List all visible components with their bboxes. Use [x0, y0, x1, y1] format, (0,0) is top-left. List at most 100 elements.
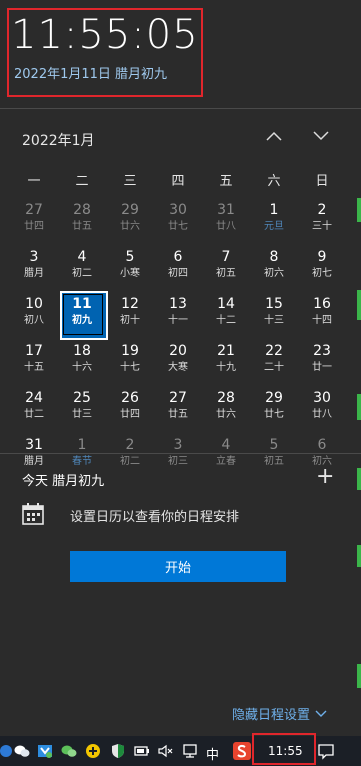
lunar-label: 廿七 — [264, 409, 284, 420]
battery-icon[interactable] — [134, 743, 150, 759]
day-number: 4 — [77, 249, 87, 265]
day-number: 17 — [25, 343, 43, 359]
clock-date[interactable]: 2022年1月11日 腊月初九 — [14, 63, 167, 82]
calendar-day[interactable]: 3 初三 — [154, 431, 202, 478]
day-number: 24 — [25, 390, 43, 406]
ime-indicator[interactable]: 中 — [206, 744, 219, 763]
download-icon[interactable] — [37, 743, 53, 759]
calendar-day[interactable]: 19 十七 — [106, 337, 154, 384]
network-icon[interactable] — [182, 743, 198, 759]
calendar-day[interactable]: 23 廿一 — [298, 337, 346, 384]
taskbar-clock[interactable]: 11:55 — [268, 744, 303, 758]
calendar-day[interactable]: 26 廿四 — [106, 384, 154, 431]
volume-muted-icon[interactable] — [158, 743, 174, 759]
clock-time: 11:55:05 — [11, 12, 199, 58]
lunar-label: 廿七 — [168, 221, 188, 232]
lunar-label: 廿三 — [72, 409, 92, 420]
calendar-day[interactable]: 30 廿八 — [298, 384, 346, 431]
calendar-day[interactable]: 12 初十 — [106, 290, 154, 337]
calendar-day[interactable]: 4 初二 — [58, 243, 106, 290]
day-number: 14 — [217, 296, 235, 312]
plus-circle-icon[interactable] — [85, 743, 101, 759]
weekday-label: 六 — [267, 174, 281, 189]
calendar-day[interactable]: 18 十六 — [58, 337, 106, 384]
day-number: 5 — [125, 249, 135, 265]
calendar-day[interactable]: 17 十五 — [10, 337, 58, 384]
weekday-label: 四 — [171, 174, 185, 189]
divider — [0, 108, 361, 109]
lunar-label: 十三 — [264, 315, 284, 326]
calendar-day[interactable]: 30 廿七 — [154, 196, 202, 243]
calendar-day[interactable]: 27 廿五 — [154, 384, 202, 431]
side-accent — [357, 664, 361, 688]
calendar-day[interactable]: 28 廿六 — [202, 384, 250, 431]
sogou-icon[interactable] — [233, 742, 251, 760]
shield-icon[interactable] — [110, 743, 126, 759]
lunar-label: 廿五 — [72, 221, 92, 232]
lunar-label: 廿六 — [120, 221, 140, 232]
lunar-label: 小寒 — [120, 268, 140, 279]
calendar-day[interactable]: 14 十二 — [202, 290, 250, 337]
calendar-day[interactable]: 10 初八 — [10, 290, 58, 337]
calendar-day[interactable]: 2 三十 — [298, 196, 346, 243]
lunar-label: 廿五 — [168, 409, 188, 420]
day-number: 6 — [317, 437, 327, 453]
lunar-label: 十六 — [72, 362, 92, 373]
calendar-day[interactable]: 2 初二 — [106, 431, 154, 478]
lunar-label: 十七 — [120, 362, 140, 373]
day-number: 28 — [217, 390, 235, 406]
calendar-day[interactable]: 20 大寒 — [154, 337, 202, 384]
calendar-day[interactable]: 22 二十 — [250, 337, 298, 384]
calendar-icon — [22, 503, 44, 525]
previous-month-button[interactable] — [262, 124, 286, 148]
calendar-day[interactable]: 1 元旦 — [250, 196, 298, 243]
notification-icon[interactable] — [317, 742, 335, 760]
calendar-day[interactable]: 4 立春 — [202, 431, 250, 478]
add-event-button[interactable]: + — [316, 466, 334, 488]
calendar-day[interactable]: 27 廿四 — [10, 196, 58, 243]
calendar-day[interactable]: 6 初四 — [154, 243, 202, 290]
calendar-day[interactable]: 5 小寒 — [106, 243, 154, 290]
day-number: 13 — [169, 296, 187, 312]
wechat-icon[interactable] — [61, 743, 77, 759]
lunar-label: 元旦 — [264, 221, 284, 232]
day-number: 1 — [269, 202, 279, 218]
month-label[interactable]: 2022年1月 — [22, 130, 95, 150]
day-number: 12 — [121, 296, 139, 312]
calendar-day[interactable]: 3 腊月 — [10, 243, 58, 290]
calendar-day[interactable]: 7 初五 — [202, 243, 250, 290]
calendar-grid: 27 廿四 28 廿五 29 廿六 30 廿七 31 廿八 1 元旦 2 三十 3 腊月 4 初二 5 小寒 6 初四 7 初… — [10, 196, 346, 478]
calendar-day[interactable]: 31 廿八 — [202, 196, 250, 243]
day-number: 6 — [173, 249, 183, 265]
day-number: 7 — [221, 249, 231, 265]
wechat-icon[interactable] — [14, 743, 30, 759]
day-number: 5 — [269, 437, 279, 453]
chevron-up-icon — [266, 131, 282, 141]
start-button[interactable]: 开始 — [70, 551, 286, 582]
calendar-day[interactable]: 29 廿七 — [250, 384, 298, 431]
day-number: 21 — [217, 343, 235, 359]
calendar-day[interactable]: 9 初七 — [298, 243, 346, 290]
next-month-button[interactable] — [309, 124, 333, 148]
day-number: 4 — [221, 437, 231, 453]
calendar-day[interactable]: 28 廿五 — [58, 196, 106, 243]
calendar-day[interactable]: 29 廿六 — [106, 196, 154, 243]
calendar-day[interactable]: 5 初五 — [250, 431, 298, 478]
calendar-day[interactable]: 16 十四 — [298, 290, 346, 337]
day-number: 16 — [313, 296, 331, 312]
calendar-day[interactable]: 13 十一 — [154, 290, 202, 337]
side-accent — [357, 290, 361, 320]
weekday-label: 一 — [27, 174, 41, 189]
calendar-day[interactable]: 8 初六 — [250, 243, 298, 290]
calendar-day[interactable]: 25 廿三 — [58, 384, 106, 431]
calendar-day[interactable]: 21 十九 — [202, 337, 250, 384]
day-number: 8 — [269, 249, 279, 265]
calendar-day-today[interactable]: 11 初九 — [58, 290, 108, 340]
lunar-label: 十四 — [312, 315, 332, 326]
calendar-day[interactable]: 24 廿二 — [10, 384, 58, 431]
calendar-day[interactable]: 15 十三 — [250, 290, 298, 337]
hide-agenda-link[interactable]: 隐藏日程设置 — [232, 704, 327, 723]
agenda-message: 设置日历以查看你的日程安排 — [70, 510, 240, 525]
day-number: 22 — [265, 343, 283, 359]
lunar-label: 春节 — [72, 456, 92, 467]
